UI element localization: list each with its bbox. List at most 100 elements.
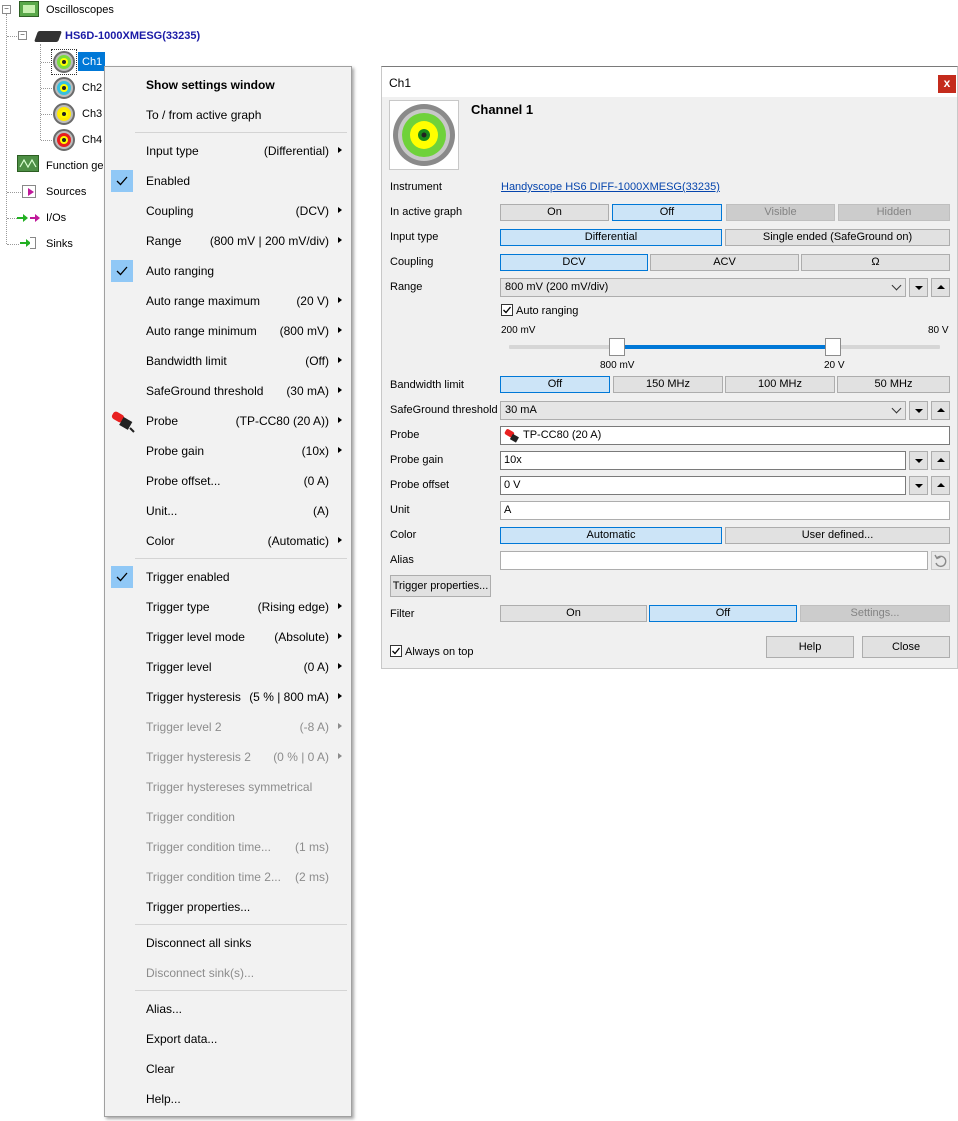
arrow-down-icon xyxy=(915,286,923,290)
alias-input[interactable] xyxy=(500,551,928,570)
active-graph-label: In active graph xyxy=(390,206,463,218)
unit-label: Unit xyxy=(390,504,410,516)
menu-auto-ranging[interactable]: Auto ranging xyxy=(105,256,351,286)
menu-trigger-level[interactable]: Trigger level (0 A) xyxy=(105,652,351,682)
input-type-single-ended-button[interactable]: Single ended (SafeGround on) xyxy=(725,229,950,246)
probe-gain-input[interactable]: 10x xyxy=(500,451,906,470)
submenu-arrow-icon xyxy=(338,387,342,393)
coupling-acv-button[interactable]: ACV xyxy=(650,254,799,271)
menu-probe[interactable]: Probe (TP-CC80 (20 A)) xyxy=(105,406,351,436)
menu-input-type[interactable]: Input type (Differential) xyxy=(105,136,351,166)
safeground-up-button[interactable] xyxy=(931,401,950,420)
coupling-dcv-button[interactable]: DCV xyxy=(500,254,648,271)
alias-reset-button[interactable] xyxy=(931,551,950,570)
range-slider-max-handle[interactable] xyxy=(825,338,841,356)
auto-ranging-checkbox[interactable] xyxy=(501,304,513,316)
bandwidth-off-button[interactable]: Off xyxy=(500,376,610,393)
menu-show-settings-window[interactable]: Show settings window xyxy=(105,70,351,100)
instrument-link[interactable]: Handyscope HS6 DIFF-1000XMESG(33235) xyxy=(501,181,720,193)
probe-offset-up-button[interactable] xyxy=(931,476,950,495)
tree-item-ch3[interactable]: Ch3 xyxy=(82,108,102,120)
probe-icon xyxy=(504,429,519,443)
tree-item-ios[interactable]: I/Os xyxy=(46,212,66,224)
safeground-select[interactable]: 30 mA xyxy=(500,401,906,420)
submenu-arrow-icon xyxy=(338,447,342,453)
menu-probe-offset[interactable]: Probe offset... (0 A) xyxy=(105,466,351,496)
menu-unit[interactable]: Unit... (A) xyxy=(105,496,351,526)
window-close-icon[interactable]: x xyxy=(938,75,956,93)
bandwidth-50mhz-button[interactable]: 50 MHz xyxy=(837,376,950,393)
input-type-differential-button[interactable]: Differential xyxy=(500,229,722,246)
menu-alias[interactable]: Alias... xyxy=(105,994,351,1024)
menu-auto-range-minimum[interactable]: Auto range minimum (800 mV) xyxy=(105,316,351,346)
active-graph-off-button[interactable]: Off xyxy=(612,204,722,221)
menu-export-data[interactable]: Export data... xyxy=(105,1024,351,1054)
filter-off-button[interactable]: Off xyxy=(649,605,797,622)
range-slider-min-handle[interactable] xyxy=(609,338,625,356)
menu-separator xyxy=(135,558,347,559)
tree-item-sinks[interactable]: Sinks xyxy=(46,238,73,250)
menu-color[interactable]: Color (Automatic) xyxy=(105,526,351,556)
probe-gain-down-button[interactable] xyxy=(909,451,928,470)
bandwidth-100mhz-button[interactable]: 100 MHz xyxy=(725,376,835,393)
filter-on-button[interactable]: On xyxy=(500,605,647,622)
submenu-arrow-icon xyxy=(338,417,342,423)
unit-input[interactable]: A xyxy=(500,501,950,520)
bandwidth-150mhz-button[interactable]: 150 MHz xyxy=(613,376,723,393)
safeground-down-button[interactable] xyxy=(909,401,928,420)
menu-safeground-threshold[interactable]: SafeGround threshold (30 mA) xyxy=(105,376,351,406)
tree-item-ch1[interactable]: Ch1 xyxy=(82,56,102,68)
range-select[interactable]: 800 mV (200 mV/div) xyxy=(500,278,906,297)
tree-item-oscilloscopes[interactable]: Oscilloscopes xyxy=(46,4,114,16)
menu-clear[interactable]: Clear xyxy=(105,1054,351,1084)
menu-probe-gain[interactable]: Probe gain (10x) xyxy=(105,436,351,466)
checkmark-icon xyxy=(111,170,133,192)
checkmark-icon xyxy=(111,566,133,588)
always-on-top-checkbox[interactable] xyxy=(390,645,402,657)
tree-item-device[interactable]: HS6D-1000XMESG(33235) xyxy=(65,30,200,42)
help-button[interactable]: Help xyxy=(766,636,854,658)
probe-select[interactable]: TP-CC80 (20 A) xyxy=(500,426,950,445)
range-up-button[interactable] xyxy=(931,278,950,297)
menu-trigger-type[interactable]: Trigger type (Rising edge) xyxy=(105,592,351,622)
oscilloscope-group-icon xyxy=(19,1,39,17)
menu-to-from-active-graph[interactable]: To / from active graph xyxy=(105,100,351,130)
coupling-ohm-button[interactable]: Ω xyxy=(801,254,950,271)
submenu-arrow-icon xyxy=(338,753,342,759)
probe-gain-up-button[interactable] xyxy=(931,451,950,470)
menu-trigger-properties[interactable]: Trigger properties... xyxy=(105,892,351,922)
window-titlebar[interactable]: Ch1 x xyxy=(382,67,957,97)
color-automatic-button[interactable]: Automatic xyxy=(500,527,722,544)
range-down-button[interactable] xyxy=(909,278,928,297)
probe-offset-input[interactable]: 0 V xyxy=(500,476,906,495)
close-button[interactable]: Close xyxy=(862,636,950,658)
menu-enabled[interactable]: Enabled xyxy=(105,166,351,196)
menu-trigger-level-2: Trigger level 2 (-8 A) xyxy=(105,712,351,742)
always-on-top-label: Always on top xyxy=(405,646,474,658)
collapse-oscilloscopes-icon[interactable]: − xyxy=(2,5,11,14)
tree-item-sources[interactable]: Sources xyxy=(46,186,86,198)
probe-offset-down-button[interactable] xyxy=(909,476,928,495)
channel-heading: Channel 1 xyxy=(471,102,534,117)
menu-coupling[interactable]: Coupling (DCV) xyxy=(105,196,351,226)
menu-trigger-condition-time: Trigger condition time... (1 ms) xyxy=(146,840,329,854)
arrow-down-icon xyxy=(915,484,923,488)
menu-auto-range-maximum[interactable]: Auto range maximum (20 V) xyxy=(105,286,351,316)
color-user-defined-button[interactable]: User defined... xyxy=(725,527,950,544)
collapse-device-icon[interactable]: − xyxy=(18,31,27,40)
menu-help[interactable]: Help... xyxy=(105,1084,351,1114)
range-label: Range xyxy=(390,281,423,293)
menu-disconnect-all-sinks[interactable]: Disconnect all sinks xyxy=(105,928,351,958)
menu-bandwidth-limit[interactable]: Bandwidth limit (Off) xyxy=(105,346,351,376)
menu-trigger-enabled[interactable]: Trigger enabled xyxy=(105,562,351,592)
submenu-arrow-icon xyxy=(338,237,342,243)
menu-range[interactable]: Range (800 mV | 200 mV/div) xyxy=(105,226,351,256)
tree-item-ch2[interactable]: Ch2 xyxy=(82,82,102,94)
tree-item-ch4[interactable]: Ch4 xyxy=(82,134,102,146)
menu-trigger-hysteresis[interactable]: Trigger hysteresis (5 % | 800 mA) xyxy=(105,682,351,712)
arrow-up-icon xyxy=(937,408,945,412)
menu-trigger-level-mode[interactable]: Trigger level mode (Absolute) xyxy=(105,622,351,652)
trigger-properties-button[interactable]: Trigger properties... xyxy=(390,575,491,597)
active-graph-on-button[interactable]: On xyxy=(500,204,609,221)
tree-item-function-generator[interactable]: Function ger xyxy=(46,160,107,172)
